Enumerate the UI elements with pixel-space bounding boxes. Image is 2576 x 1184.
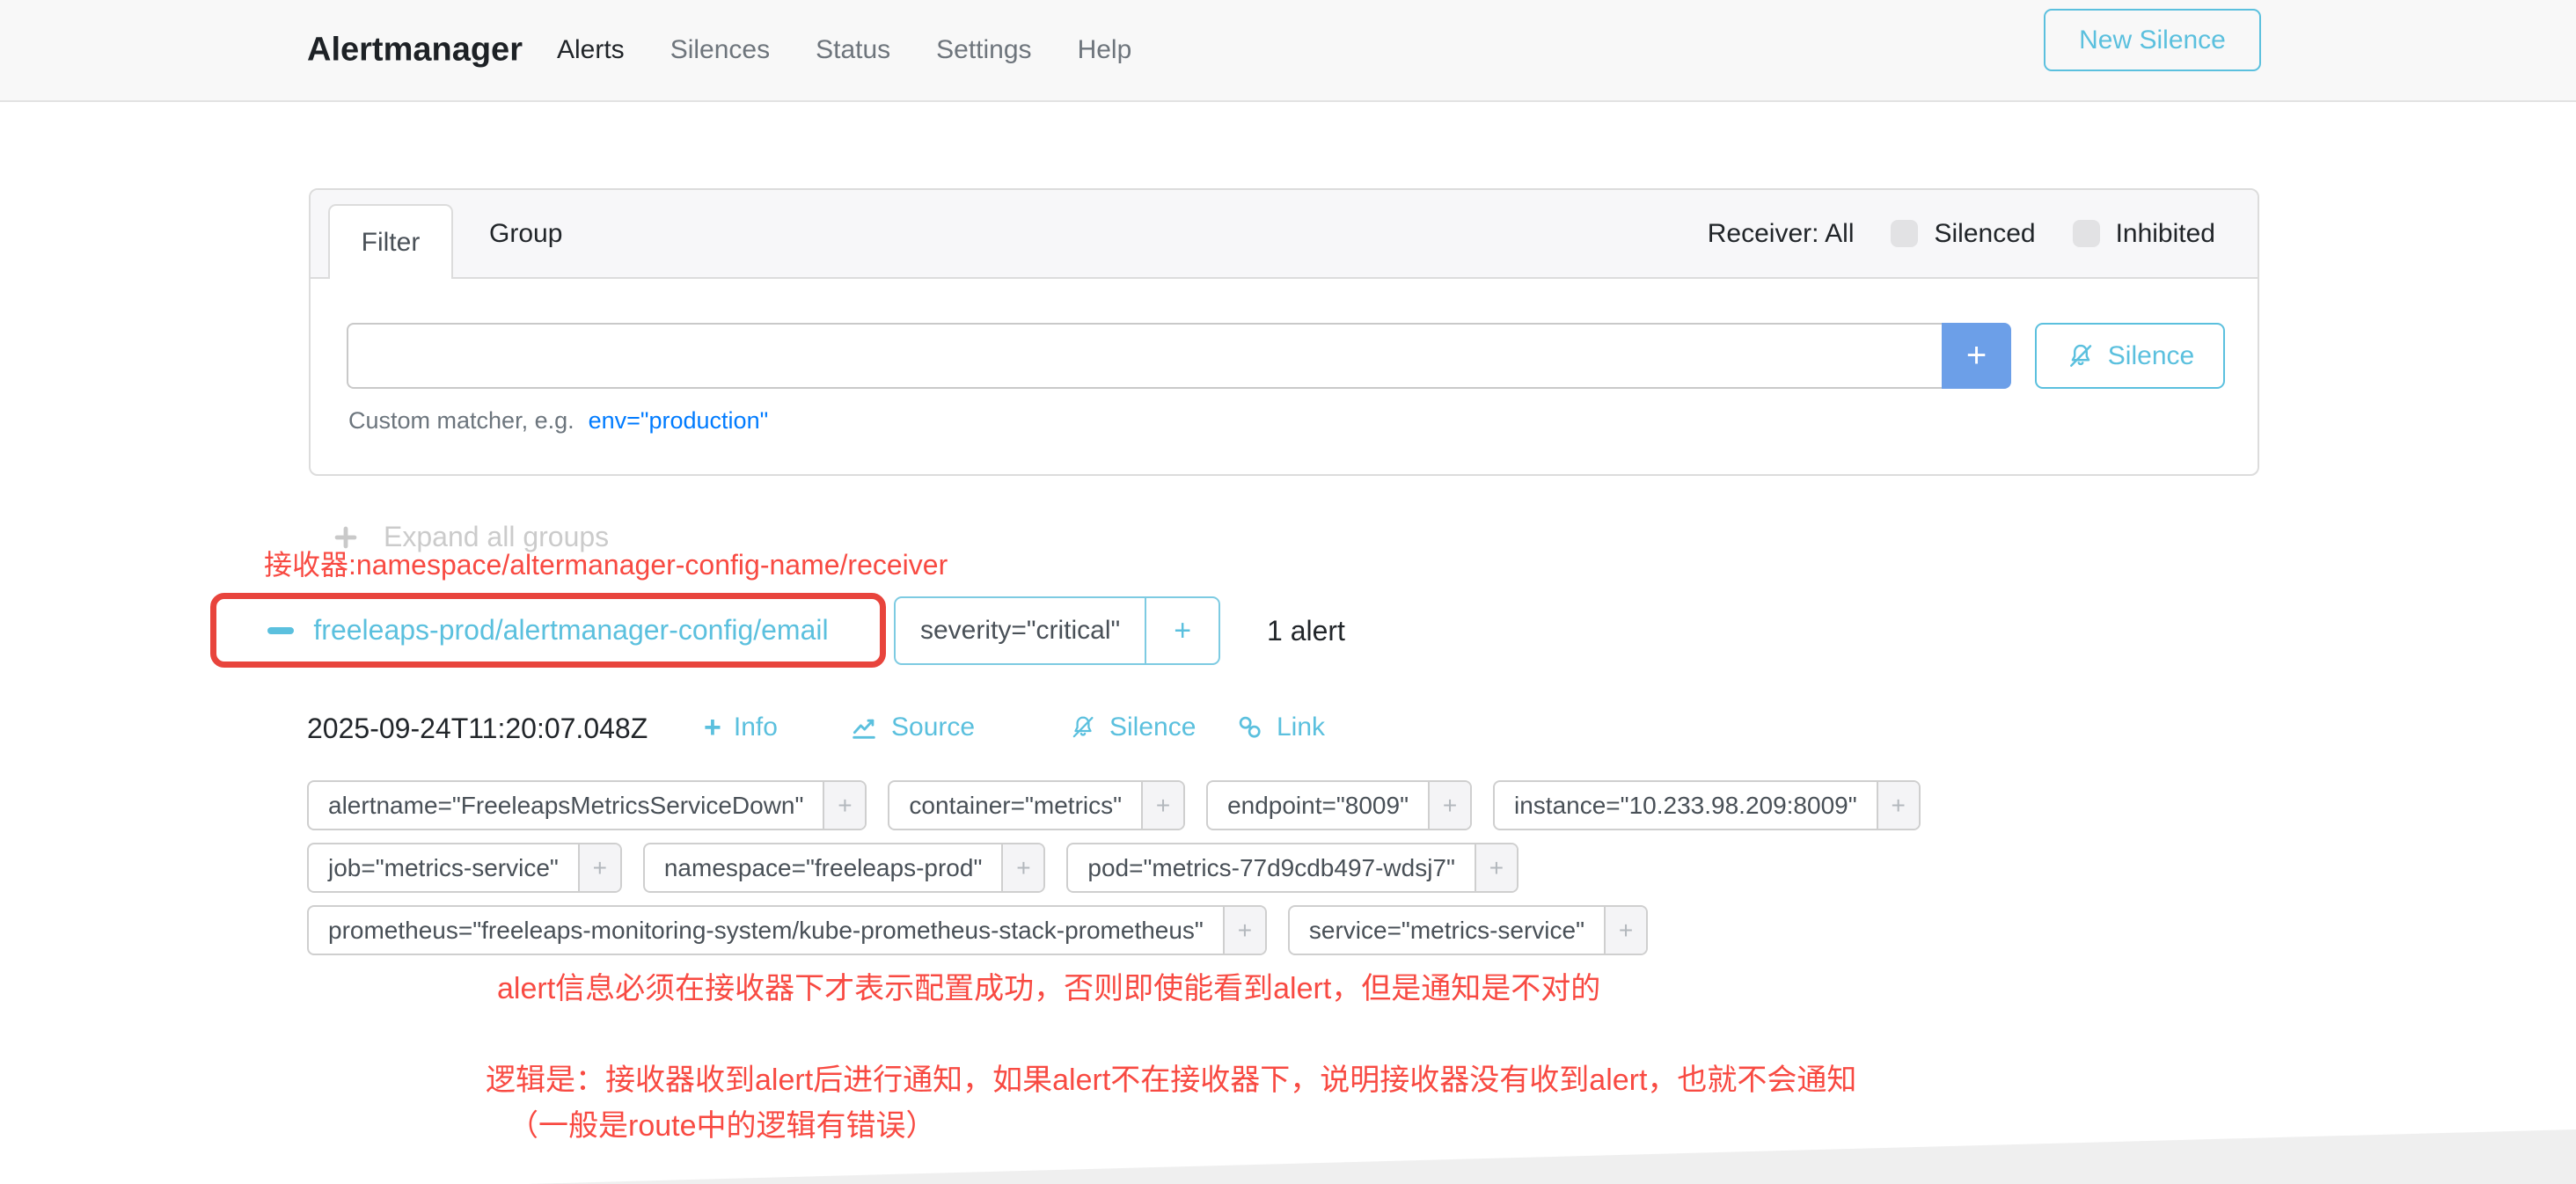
label-text: prometheus="freeleaps-monitoring-system/…: [309, 907, 1223, 954]
nav-links: Alerts Silences Status Settings Help: [557, 35, 1131, 65]
label-text: job="metrics-service": [309, 844, 578, 891]
nav-item-settings[interactable]: Settings: [936, 35, 1031, 65]
silenced-label: Silenced: [1934, 219, 2035, 249]
matcher-help: Custom matcher, e.g. env="production": [348, 407, 768, 435]
alert-link-label: Link: [1277, 713, 1325, 742]
alert-timestamp: 2025-09-24T11:20:07.048Z: [307, 713, 648, 745]
label-add-button[interactable]: +: [1223, 907, 1265, 954]
filter-options: Receiver: All Silenced Inhibited: [1708, 190, 2215, 277]
alertmanager-page: Alertmanager Alerts Silences Status Sett…: [0, 0, 2576, 1184]
label-service[interactable]: service="metrics-service" +: [1288, 905, 1648, 955]
link-icon: [1236, 713, 1264, 742]
collapse-minus-icon[interactable]: [267, 627, 294, 634]
group-matcher-label[interactable]: severity="critical": [896, 598, 1145, 663]
label-text: instance="10.233.98.209:8009": [1495, 782, 1877, 829]
label-add-button[interactable]: +: [1001, 844, 1043, 891]
alert-silence-label: Silence: [1109, 713, 1196, 742]
nav-item-alerts[interactable]: Alerts: [557, 35, 625, 65]
annotation-red-box: freeleaps-prod/alertmanager-config/email: [210, 593, 886, 668]
annotation-receiver-note: 接收器:namespace/altermanager-config-name/r…: [264, 543, 948, 583]
inhibited-option: Inhibited: [2073, 219, 2215, 249]
label-row-2: job="metrics-service" + namespace="freel…: [307, 843, 1921, 893]
label-namespace[interactable]: namespace="freeleaps-prod" +: [643, 843, 1046, 893]
label-add-button[interactable]: +: [578, 844, 620, 891]
label-text: service="metrics-service": [1290, 907, 1604, 954]
alert-source-link[interactable]: Source: [849, 713, 975, 742]
add-matcher-button[interactable]: +: [1942, 323, 2011, 389]
label-endpoint[interactable]: endpoint="8009" +: [1206, 780, 1472, 830]
tab-group[interactable]: Group: [489, 190, 562, 277]
bell-slash-icon: [2066, 341, 2096, 371]
label-add-button[interactable]: +: [1475, 844, 1517, 891]
alert-silence-button[interactable]: Silence: [1069, 713, 1196, 742]
app-brand[interactable]: Alertmanager: [307, 32, 523, 69]
label-text: container="metrics": [889, 782, 1141, 829]
label-text: endpoint="8009": [1208, 782, 1428, 829]
label-text: namespace="freeleaps-prod": [645, 844, 1002, 891]
nav-item-status[interactable]: Status: [816, 35, 890, 65]
label-prometheus[interactable]: prometheus="freeleaps-monitoring-system/…: [307, 905, 1267, 955]
label-alertname[interactable]: alertname="FreeleapsMetricsServiceDown" …: [307, 780, 867, 830]
alert-count: 1 alert: [1267, 596, 1345, 665]
label-add-button[interactable]: +: [823, 782, 865, 829]
alert-link-button[interactable]: Link: [1236, 713, 1325, 742]
annotation-alert-note: alert信息必须在接收器下才表示配置成功，否则即使能看到alert，但是通知是…: [497, 964, 1600, 1007]
nav-item-silences[interactable]: Silences: [670, 35, 770, 65]
label-add-button[interactable]: +: [1428, 782, 1470, 829]
group-matcher-add-button[interactable]: +: [1145, 598, 1218, 663]
alert-source-label: Source: [891, 713, 975, 742]
alert-labels: alertname="FreeleapsMetricsServiceDown" …: [307, 780, 1921, 955]
receiver-group-button[interactable]: freeleaps-prod/alertmanager-config/email: [313, 614, 828, 647]
silenced-checkbox[interactable]: [1891, 220, 1918, 247]
receiver-dropdown[interactable]: Receiver: All: [1708, 219, 1855, 249]
filter-card: Filter Group Receiver: All Silenced Inhi…: [309, 188, 2259, 476]
plus-icon: +: [704, 713, 721, 742]
inhibited-checkbox[interactable]: [2073, 220, 2100, 247]
silence-filter-button[interactable]: Silence: [2035, 323, 2225, 389]
matcher-input[interactable]: [347, 323, 1942, 389]
silenced-option: Silenced: [1891, 219, 2035, 249]
inhibited-label: Inhibited: [2116, 219, 2215, 249]
label-add-button[interactable]: +: [1604, 907, 1646, 954]
silence-filter-label: Silence: [2108, 341, 2194, 371]
nav-item-help[interactable]: Help: [1078, 35, 1132, 65]
tab-filter[interactable]: Filter: [328, 204, 453, 279]
label-row-1: alertname="FreeleapsMetricsServiceDown" …: [307, 780, 1921, 830]
chart-icon: [849, 713, 879, 742]
label-job[interactable]: job="metrics-service" +: [307, 843, 622, 893]
label-text: pod="metrics-77d9cdb497-wdsj7": [1068, 844, 1475, 891]
alert-info-button[interactable]: + Info: [704, 713, 778, 742]
alert-info-label: Info: [734, 713, 778, 742]
filter-card-header: Filter Group Receiver: All Silenced Inhi…: [311, 190, 2258, 279]
label-instance[interactable]: instance="10.233.98.209:8009" +: [1493, 780, 1921, 830]
group-matcher-buttons: severity="critical" +: [894, 596, 1220, 665]
annotation-logic-note2: （一般是route中的逻辑有错误）: [509, 1101, 936, 1144]
label-container[interactable]: container="metrics" +: [888, 780, 1185, 830]
filter-card-body: + Silence Custom matcher, e.g. env="prod…: [311, 279, 2258, 476]
label-text: alertname="FreeleapsMetricsServiceDown": [309, 782, 823, 829]
top-navbar: Alertmanager Alerts Silences Status Sett…: [0, 0, 2576, 102]
label-add-button[interactable]: +: [1877, 782, 1919, 829]
bell-slash-icon: [1069, 713, 1097, 742]
matcher-example-link[interactable]: env="production": [589, 407, 769, 435]
label-add-button[interactable]: +: [1141, 782, 1183, 829]
label-pod[interactable]: pod="metrics-77d9cdb497-wdsj7" +: [1066, 843, 1519, 893]
new-silence-button[interactable]: New Silence: [2044, 9, 2261, 71]
matcher-help-text: Custom matcher, e.g.: [348, 407, 574, 435]
annotation-logic-note: 逻辑是：接收器收到alert后进行通知，如果alert不在接收器下，说明接收器没…: [486, 1056, 1856, 1099]
label-row-3: prometheus="freeleaps-monitoring-system/…: [307, 905, 1921, 955]
